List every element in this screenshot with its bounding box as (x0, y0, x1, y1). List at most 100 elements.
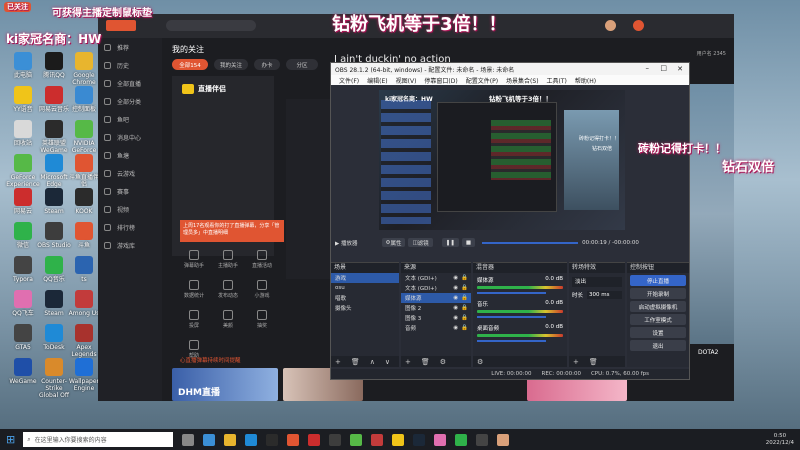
desktop-icon[interactable]: QQ飞车 (6, 290, 40, 317)
tool-item[interactable]: 小游戏 (246, 280, 278, 299)
sidebar-item[interactable]: 全部分类 (98, 92, 162, 110)
control-button[interactable]: 启动虚拟摄像机 (630, 301, 686, 312)
source-item[interactable]: 文本 (GDI+) ◉ 🔒 (401, 273, 471, 283)
sidebar-item[interactable]: 赛事 (98, 182, 162, 200)
sidebar-item[interactable]: 全部直播 (98, 74, 162, 92)
desktop-icon[interactable]: 腾讯QQ (37, 52, 71, 79)
desktop-icon[interactable]: 微信 (6, 222, 40, 249)
desktop-icon[interactable]: Google Chrome (67, 52, 101, 86)
taskbar-app-icon[interactable] (434, 433, 447, 446)
thumb-1[interactable]: DHM直播 (172, 368, 278, 401)
tool-item[interactable]: 发布动态 (212, 280, 244, 299)
eye-icon[interactable]: ◉ (453, 305, 458, 311)
sidebar-item[interactable]: 云游戏 (98, 164, 162, 182)
desktop-icon[interactable]: Microsoft Edge (37, 154, 71, 188)
lock-icon[interactable]: 🔒 (461, 285, 468, 291)
sidebar-item[interactable]: 鱼吧 (98, 110, 162, 128)
control-button[interactable]: 退出 (630, 340, 686, 351)
desktop-icon[interactable]: 英雄联盟 WeGame (37, 120, 71, 154)
desktop-icon[interactable]: 斗鱼 (67, 222, 101, 249)
desktop-icon[interactable]: 网易云音乐 (37, 86, 71, 113)
seek-bar[interactable] (482, 241, 579, 244)
desktop-icon[interactable]: Typora (6, 256, 40, 283)
control-button[interactable]: 开始录制 (630, 288, 686, 299)
taskbar-app-icon[interactable] (329, 433, 342, 446)
desktop-icon[interactable]: Steam (37, 290, 71, 317)
taskbar-app-icon[interactable] (245, 433, 258, 446)
volume-slider[interactable] (477, 340, 546, 342)
source-item[interactable]: 图像 2 ◉ 🔒 (401, 303, 471, 313)
taskbar-app-icon[interactable] (287, 433, 300, 446)
duration-input[interactable]: 300 ms (587, 291, 622, 299)
control-button[interactable]: 停止直播 (630, 275, 686, 286)
sidebar-item[interactable]: 历史 (98, 56, 162, 74)
tool-item[interactable]: 抽奖 (246, 310, 278, 329)
desktop-icon[interactable]: QQ音乐 (37, 256, 71, 283)
taskbar-app-icon[interactable] (497, 433, 510, 446)
close-icon[interactable]: ✕ (677, 65, 683, 73)
transition-select[interactable]: 淡出 (572, 277, 622, 287)
tool-item[interactable]: 投屏 (178, 310, 210, 329)
tab-1[interactable]: 我的关注 (214, 59, 248, 70)
tool-item[interactable]: 美颜 (212, 310, 244, 329)
windows-start-icon[interactable]: ⊞ (6, 433, 15, 446)
scene-item[interactable]: 摄像头 (331, 303, 399, 313)
desktop-icon[interactable]: Among Us (67, 290, 101, 317)
desktop-icon[interactable]: Wallpaper Engine (67, 358, 101, 392)
volume-slider[interactable] (477, 292, 546, 294)
desktop-icon[interactable]: OBS Studio (37, 222, 71, 249)
taskbar-app-icon[interactable] (308, 433, 321, 446)
desktop-icon[interactable]: KOOK (67, 188, 101, 215)
source-item[interactable]: 媒体源 ◉ 🔒 (401, 293, 471, 303)
taskbar-app-icon[interactable] (224, 433, 237, 446)
tool-item[interactable]: 直播活动 (246, 250, 278, 269)
gear-icon[interactable]: ⚙ (440, 358, 446, 366)
sidebar-item[interactable]: 消息中心 (98, 128, 162, 146)
source-item[interactable]: 文本 (GDI+) ◉ 🔒 (401, 283, 471, 293)
desktop-icon[interactable]: 此电脑 (6, 52, 40, 79)
tip-banner[interactable]: 上周17名观看你的打了直播弹幕，分享「管理员多」中直播明细 (180, 220, 284, 242)
tool-item[interactable]: 主播助手 (212, 250, 244, 269)
sidebar-item[interactable]: 视频 (98, 200, 162, 218)
menu-item[interactable]: 停靠窗口(D) (424, 76, 457, 85)
sidebar-item[interactable]: 推荐 (98, 38, 162, 56)
taskbar-app-icon[interactable] (203, 433, 216, 446)
desktop-icon[interactable]: Steam (37, 188, 71, 215)
desktop-icon[interactable]: NVIDIA GeForce (67, 120, 101, 154)
filters-button[interactable]: ◫ 滤镜 (408, 238, 433, 247)
taskbar-app-icon[interactable] (350, 433, 363, 446)
sidebar-item[interactable]: 排行榜 (98, 218, 162, 236)
menu-item[interactable]: 编辑(E) (367, 76, 387, 85)
desktop-icon[interactable]: Counter-Strike Global Off (37, 358, 71, 399)
maximize-icon[interactable]: □ (660, 64, 667, 72)
properties-button[interactable]: ⚙ 属性 (381, 238, 406, 247)
lock-icon[interactable]: 🔒 (461, 325, 468, 331)
taskbar-app-icon[interactable] (266, 433, 279, 446)
up-icon[interactable]: ∧ (370, 358, 375, 366)
search-input[interactable] (166, 20, 256, 31)
menu-item[interactable]: 文件(F) (339, 76, 359, 85)
add-source-icon[interactable]: + (405, 358, 411, 366)
eye-icon[interactable]: ◉ (453, 325, 458, 331)
scene-item[interactable]: osu (331, 283, 399, 293)
desktop-icon[interactable]: WeGame (6, 358, 40, 385)
taskbar-app-icon[interactable] (371, 433, 384, 446)
tool-item[interactable]: 数据统计 (178, 280, 210, 299)
taskbar-app-icon[interactable] (413, 433, 426, 446)
menu-item[interactable]: 工具(T) (547, 76, 567, 85)
eye-icon[interactable]: ◉ (453, 295, 458, 301)
desktop-icon[interactable]: GTA5 (6, 324, 40, 351)
tab-3[interactable]: 分区 (286, 59, 318, 70)
obs-preview[interactable]: ki家冠名商：HW 钻粉飞机等于3倍！！ 砖粉记得打卡！！ 钻石双倍 (379, 90, 625, 230)
lock-icon[interactable]: 🔒 (461, 315, 468, 321)
sidebar-item[interactable]: 鱼塘 (98, 146, 162, 164)
scene-item[interactable]: 游戏 (331, 273, 399, 283)
desktop-icon[interactable]: 回收站 (6, 120, 40, 147)
tab-2[interactable]: 办卡 (254, 59, 280, 70)
clock[interactable]: 0:50 2022/12/4 (766, 433, 794, 447)
add-transition-icon[interactable]: + (573, 358, 579, 366)
mixer-gear-icon[interactable]: ⚙ (477, 358, 483, 366)
control-button[interactable]: 工作室模式 (630, 314, 686, 325)
volume-slider[interactable] (477, 316, 546, 318)
taskbar-app-icon[interactable] (182, 433, 195, 446)
